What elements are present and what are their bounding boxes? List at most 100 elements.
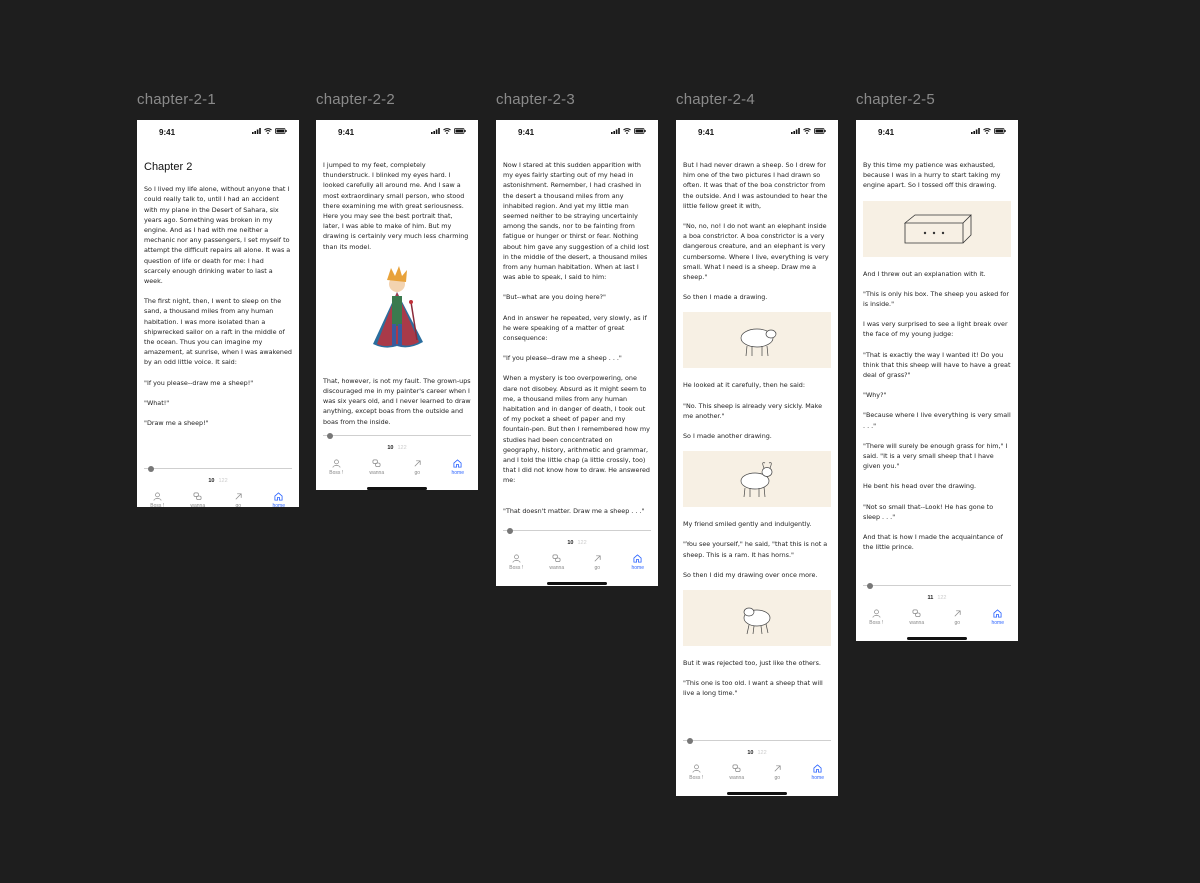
- tab-label: go: [774, 775, 781, 781]
- tab-boss[interactable]: Boss !: [142, 492, 172, 507]
- chat-icon: [912, 609, 921, 618]
- phone-frame: 9:41 By this time my patience was exhaus…: [856, 120, 1018, 641]
- status-time: 9:41: [159, 128, 176, 137]
- signal-icon: [971, 128, 980, 134]
- frame-label: chapter-2-5: [856, 91, 935, 108]
- paragraph: "But--what are you doing here?": [503, 293, 606, 302]
- wifi-icon: [264, 128, 272, 134]
- page-slider[interactable]: [144, 464, 292, 472]
- status-bar: 9:41: [137, 120, 299, 144]
- tab-go[interactable]: go: [582, 554, 612, 578]
- arrow-up-right-icon: [594, 555, 601, 562]
- slider-knob[interactable]: [867, 582, 873, 589]
- paragraph: "That doesn't matter. Draw me a sheep . …: [503, 506, 645, 515]
- status-bar: 9:41: [856, 120, 1018, 144]
- phone-frame: 9:41 Now I stared at this sudden apparit…: [496, 120, 658, 586]
- tab-label: go: [594, 565, 601, 571]
- tab-boss[interactable]: Boss !: [501, 554, 531, 578]
- page-indicator: 10 122: [137, 478, 299, 486]
- tab-label: Boss !: [689, 775, 704, 781]
- tab-go[interactable]: go: [223, 492, 253, 507]
- arrow-up-right-icon: [774, 765, 781, 772]
- signal-icon: [252, 128, 261, 134]
- tab-label: wanna: [729, 775, 745, 781]
- phone-frame: 9:41 I jumped to my feet, completely thu…: [316, 120, 478, 490]
- tab-home[interactable]: home: [983, 609, 1013, 633]
- paragraph: So I lived my life alone, without anyone…: [144, 185, 291, 286]
- paragraph: "This is only his box. The sheep you ask…: [863, 289, 1010, 309]
- slider-knob[interactable]: [327, 432, 333, 439]
- current-page: 10: [387, 445, 394, 451]
- sickly-sheep-drawing: [683, 312, 831, 369]
- tab-label: go: [235, 503, 242, 507]
- phone-frame: 9:41 Chapter 2 So I lived my life alone,…: [137, 120, 299, 507]
- paragraph: "What!": [144, 398, 170, 407]
- home-icon: [993, 609, 1002, 618]
- tab-label: home: [811, 775, 824, 781]
- frame-label: chapter-2-1: [137, 91, 216, 108]
- tab-go[interactable]: go: [402, 459, 432, 483]
- tab-wanna[interactable]: wanna: [362, 459, 392, 483]
- frame-label: chapter-2-4: [676, 91, 755, 108]
- tab-home[interactable]: home: [264, 492, 294, 507]
- page-slider[interactable]: [683, 736, 831, 744]
- status-time: 9:41: [338, 128, 355, 137]
- tab-home[interactable]: home: [623, 554, 653, 578]
- paragraph: "This one is too old. I want a sheep tha…: [683, 679, 823, 698]
- paragraph: I jumped to my feet, completely thunders…: [323, 161, 469, 251]
- tab-home[interactable]: home: [803, 764, 833, 788]
- tab-label: Boss !: [869, 620, 884, 626]
- slider-knob[interactable]: [687, 737, 693, 744]
- user-icon: [692, 764, 701, 773]
- current-page: 10: [208, 478, 215, 484]
- paragraph: But it was rejected too, just like the o…: [683, 659, 821, 668]
- frame-label: chapter-2-3: [496, 91, 575, 108]
- paragraph: I was very surprised to see a light brea…: [863, 320, 1008, 339]
- home-icon: [813, 764, 822, 773]
- tab-wanna[interactable]: wanna: [722, 764, 752, 788]
- home-indicator: [907, 637, 967, 640]
- tab-wanna[interactable]: wanna: [542, 554, 572, 578]
- page-slider[interactable]: [323, 431, 471, 439]
- paragraph: My friend smiled gently and indulgently.: [683, 520, 812, 529]
- chat-icon: [552, 554, 561, 563]
- paragraph: "Because where I live everything is very…: [863, 411, 1011, 430]
- slider-knob[interactable]: [507, 527, 513, 534]
- tab-bar: Boss ! wanna go home: [137, 492, 299, 507]
- wifi-icon: [443, 128, 451, 134]
- tab-label: wanna: [369, 470, 385, 476]
- total-pages: 122: [577, 540, 587, 546]
- tab-go[interactable]: go: [942, 609, 972, 633]
- tab-boss[interactable]: Boss !: [861, 609, 891, 633]
- tab-boss[interactable]: Boss !: [681, 764, 711, 788]
- tab-label: Boss !: [509, 565, 524, 571]
- paragraph: But I had never drawn a sheep. So I drew…: [683, 161, 828, 210]
- page-slider[interactable]: [503, 526, 651, 534]
- page-slider[interactable]: [863, 581, 1011, 589]
- tab-label: Boss !: [329, 470, 344, 476]
- paragraph: "If you please--draw me a sheep . . .": [503, 354, 622, 363]
- tab-home[interactable]: home: [443, 459, 473, 483]
- slider-knob[interactable]: [148, 465, 154, 472]
- tab-label: home: [272, 503, 285, 507]
- tab-label: go: [954, 620, 961, 626]
- tab-boss[interactable]: Boss !: [321, 459, 351, 483]
- tab-label: wanna: [549, 565, 565, 571]
- little-prince-illustration: [323, 262, 471, 362]
- paragraph: So I made another drawing.: [683, 432, 772, 441]
- old-sheep-drawing: [683, 590, 831, 647]
- status-bar: 9:41: [316, 120, 478, 144]
- paragraph: He bent his head over the drawing.: [863, 482, 977, 491]
- paragraph: When a mystery is too overpowering, one …: [503, 374, 650, 485]
- home-icon: [453, 459, 462, 468]
- current-page: 10: [747, 750, 754, 756]
- paragraph: "Not so small that--Look! He has gone to…: [863, 502, 994, 521]
- tab-label: wanna: [190, 503, 206, 507]
- arrow-up-right-icon: [414, 460, 421, 467]
- tab-bar: Boss ! wanna go home: [856, 609, 1018, 633]
- tab-wanna[interactable]: wanna: [183, 492, 213, 507]
- frame-label: chapter-2-2: [316, 91, 395, 108]
- tab-go[interactable]: go: [762, 764, 792, 788]
- tab-wanna[interactable]: wanna: [902, 609, 932, 633]
- tab-label: Boss !: [150, 503, 165, 507]
